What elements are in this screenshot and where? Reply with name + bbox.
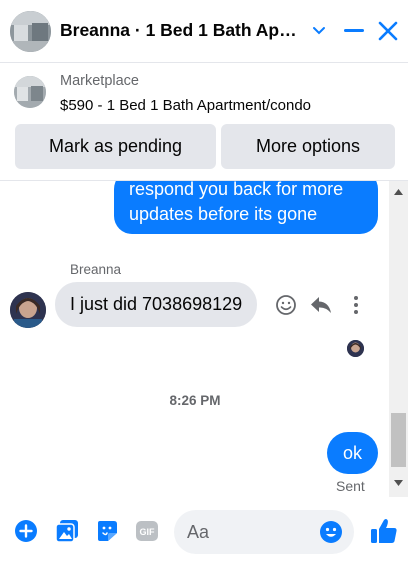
outgoing-message[interactable]: respond you back for more updates before… bbox=[114, 181, 378, 234]
close-icon[interactable] bbox=[375, 18, 401, 44]
outgoing-message[interactable]: ok bbox=[327, 432, 378, 474]
chevron-down-icon[interactable] bbox=[306, 18, 332, 44]
sender-name: Breanna bbox=[70, 262, 122, 277]
message-timestamp: 8:26 PM bbox=[169, 393, 221, 408]
react-emoji-icon[interactable] bbox=[275, 294, 297, 316]
sticker-icon[interactable] bbox=[94, 518, 120, 544]
minimize-icon[interactable] bbox=[341, 18, 367, 44]
message-list[interactable]: respond you back for more updates before… bbox=[0, 181, 408, 497]
scrollbar-thumb[interactable] bbox=[391, 413, 406, 467]
chat-title[interactable]: Breanna · 1 Bed 1 Bath Apartment/condo bbox=[60, 20, 302, 41]
sender-avatar[interactable] bbox=[10, 292, 46, 328]
mark-as-pending-button[interactable]: Mark as pending bbox=[15, 124, 216, 169]
scrollbar[interactable] bbox=[389, 181, 408, 497]
scroll-up-arrow-icon[interactable] bbox=[389, 183, 408, 201]
message-input[interactable]: Aa bbox=[174, 510, 354, 554]
incoming-message[interactable]: I just did 7038698129 bbox=[55, 282, 258, 327]
gif-icon[interactable]: GIF bbox=[134, 518, 160, 544]
photo-icon[interactable] bbox=[54, 518, 80, 544]
reply-icon[interactable] bbox=[310, 294, 332, 316]
chat-avatar[interactable] bbox=[10, 11, 51, 52]
thumbs-up-icon[interactable] bbox=[369, 516, 399, 546]
listing-description[interactable]: $590 - 1 Bed 1 Bath Apartment/condo bbox=[60, 97, 311, 114]
seen-receipt-avatar bbox=[347, 340, 364, 357]
marketplace-panel: Marketplace $590 - 1 Bed 1 Bath Apartmen… bbox=[0, 63, 408, 181]
message-input-placeholder: Aa bbox=[187, 522, 210, 542]
plus-icon[interactable] bbox=[13, 518, 39, 544]
chat-header: Breanna · 1 Bed 1 Bath Apartment/condo bbox=[0, 0, 408, 63]
more-actions-icon[interactable] bbox=[345, 294, 367, 316]
svg-text:GIF: GIF bbox=[140, 527, 156, 537]
marketplace-label: Marketplace bbox=[60, 73, 139, 89]
composer: GIF Aa bbox=[0, 497, 408, 566]
delivery-status: Sent bbox=[336, 478, 365, 494]
emoji-icon[interactable] bbox=[319, 520, 343, 544]
listing-thumbnail[interactable] bbox=[14, 76, 46, 108]
scroll-down-arrow-icon[interactable] bbox=[389, 474, 408, 492]
more-options-button[interactable]: More options bbox=[221, 124, 395, 169]
